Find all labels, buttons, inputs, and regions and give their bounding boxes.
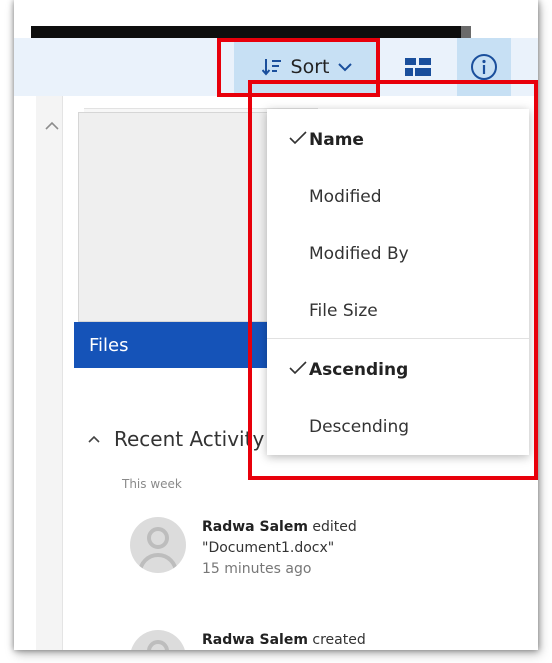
activity-user[interactable]: Radwa Salem <box>202 632 308 648</box>
sort-order-descending[interactable]: Descending <box>267 400 529 454</box>
tiles-view-icon <box>405 58 431 76</box>
sort-order-label: Ascending <box>309 360 409 380</box>
sort-order-label: Descending <box>309 417 410 437</box>
top-bar-edge <box>461 26 471 38</box>
person-head-shape <box>147 527 169 549</box>
activity-text: Radwa Salem edited "Document1.docx" 15 m… <box>202 517 357 580</box>
tiles-view-button[interactable] <box>391 38 445 96</box>
sort-option-label: Modified By <box>309 244 409 264</box>
chevron-up-icon <box>88 435 100 443</box>
sort-option-label: File Size <box>309 301 378 321</box>
sort-button-label: Sort <box>290 56 330 78</box>
sort-option-modified-by[interactable]: Modified By <box>267 227 529 281</box>
activity-item[interactable]: Radwa Salem edited "Document1.docx" 15 m… <box>130 517 357 580</box>
sort-menu: Name Modified Modified By File Size Asce… <box>267 109 529 455</box>
recent-activity-header[interactable]: Recent Activity <box>88 424 264 454</box>
chevron-up-icon[interactable] <box>45 121 59 131</box>
recent-activity-title: Recent Activity <box>114 427 265 451</box>
activity-user[interactable]: Radwa Salem <box>202 519 308 535</box>
sort-order-ascending[interactable]: Ascending <box>267 343 529 397</box>
activity-text: Radwa Salem created <box>202 630 366 650</box>
person-head-shape <box>147 640 169 650</box>
checkmark-icon <box>289 131 307 145</box>
top-bar <box>31 26 461 38</box>
info-button[interactable] <box>457 38 511 96</box>
chevron-down-icon <box>338 63 353 72</box>
sort-option-file-size[interactable]: File Size <box>267 284 529 338</box>
sort-option-label: Name <box>309 130 364 150</box>
menu-divider <box>267 338 529 339</box>
avatar <box>130 517 186 573</box>
group-label: This week <box>122 477 182 491</box>
activity-time: 15 minutes ago <box>202 561 312 577</box>
files-label: Files <box>89 334 129 356</box>
activity-target[interactable]: "Document1.docx" <box>202 538 357 559</box>
left-rail <box>36 96 63 650</box>
sort-option-modified[interactable]: Modified <box>267 170 529 224</box>
avatar <box>130 630 186 650</box>
activity-action: edited <box>312 519 357 535</box>
activity-item[interactable]: Radwa Salem created <box>130 630 366 650</box>
screenshot-frame: Sort Files Recent Activity This week Rad… <box>14 0 538 650</box>
sort-button[interactable]: Sort <box>234 38 380 96</box>
checkmark-icon <box>289 361 307 375</box>
sort-descending-icon <box>261 59 281 76</box>
sort-option-name[interactable]: Name <box>267 113 529 167</box>
sort-option-label: Modified <box>309 187 382 207</box>
person-shoulder-shape <box>138 553 178 573</box>
activity-action: created <box>312 632 366 648</box>
info-icon <box>471 54 497 80</box>
